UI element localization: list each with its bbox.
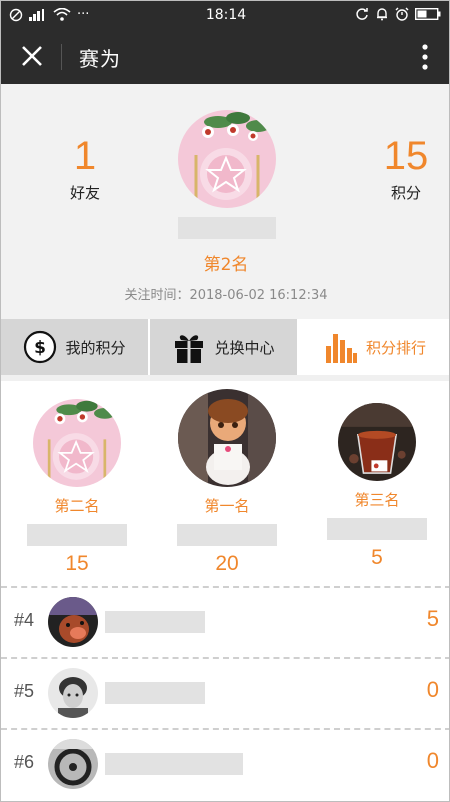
podium-score: 5 [371,546,383,569]
avatar [33,399,121,487]
user-rank: 第2名 [203,255,249,275]
status-right-icons [355,7,441,21]
bell-icon [377,8,387,21]
list-score: 0 [426,677,439,702]
avatar [178,389,276,487]
nav-bar: 赛为 [1,29,449,84]
tab-points-ranking[interactable]: 积分排行 [299,319,449,375]
name-placeholder [27,524,127,546]
friends-label: 好友 [69,184,100,202]
gift-icon [175,335,204,363]
list-score: 0 [426,748,439,773]
close-icon[interactable] [19,43,45,69]
user-avatar [178,110,276,208]
tab-label: 兑换中心 [214,338,275,357]
name-placeholder [105,753,243,775]
points-stat[interactable]: 15 积分 [346,134,449,203]
podium-section: 第二名 15 第一名 20 第三名 5 [1,381,449,586]
friends-stat[interactable]: 1 好友 [25,134,145,203]
podium-rank-label: 第三名 [354,491,400,509]
avatar [48,739,98,789]
nav-divider [61,44,62,70]
ranking-list: #4 5 #5 0 #6 0 [1,586,449,799]
list-item[interactable]: #5 0 [1,657,449,728]
podium-score: 20 [215,552,239,575]
avatar [338,403,416,481]
profile-section: 1 好友 15 积分 第2名 关注时间：2018-06-02 16:12:34 [1,84,449,319]
app-frame: ··· 18:14 赛为 1 好友 15 积分 第2名 关注时间：2018-06… [0,0,450,802]
follow-time: 关注时间：2018-06-02 16:12:34 [124,288,328,303]
bar-chart-icon [325,334,357,363]
list-rank: #4 [14,610,35,630]
podium-rank-label: 第一名 [204,497,250,515]
tab-exchange-center[interactable]: 兑换中心 [150,319,299,375]
podium-score: 15 [65,552,89,575]
list-item[interactable]: #4 5 [1,586,449,657]
battery-icon [415,8,441,20]
podium-rank-label: 第二名 [54,497,100,515]
podium-first[interactable]: 第一名 20 [177,389,277,576]
list-rank: #5 [14,681,35,701]
friends-count: 1 [73,134,97,178]
tab-bar: $ 我的积分 兑换中心 积分排行 [1,319,449,375]
podium-third[interactable]: 第三名 5 [327,403,427,570]
points-label: 积分 [390,184,421,202]
user-name-placeholder [178,217,276,239]
alarm-icon [395,7,409,21]
sync-icon [356,8,368,20]
tab-label: 积分排行 [365,338,426,357]
list-item[interactable]: #6 0 [1,728,449,799]
name-placeholder [327,518,427,540]
svg-text:$: $ [35,338,47,358]
status-bar: ··· 18:14 [1,1,449,29]
name-placeholder [105,682,205,704]
vertical-dots-icon[interactable] [421,43,429,71]
tab-label: 我的积分 [65,338,126,357]
avatar [48,668,98,718]
name-placeholder [105,611,205,633]
avatar [48,597,98,647]
tab-my-points[interactable]: $ 我的积分 [1,319,150,375]
points-count: 15 [383,134,429,178]
list-rank: #6 [14,752,35,772]
dollar-circle-icon: $ [24,330,57,364]
podium-second[interactable]: 第二名 15 [27,399,127,576]
page-title: 赛为 [79,47,121,71]
list-score: 5 [426,606,439,631]
name-placeholder [177,524,277,546]
